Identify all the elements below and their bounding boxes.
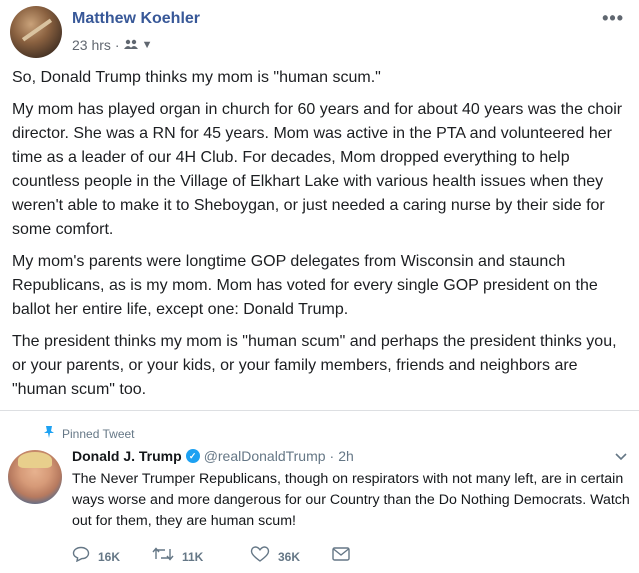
pinned-label: Pinned Tweet	[62, 426, 135, 441]
tweet-avatar[interactable]	[8, 450, 62, 504]
direct-message-button[interactable]	[332, 547, 350, 566]
retweet-button[interactable]: 11K	[152, 546, 250, 567]
chevron-down-icon[interactable]	[615, 450, 627, 464]
post-paragraph: My mom's parents were longtime GOP deleg…	[12, 253, 598, 318]
post-paragraph: The president thinks my mom is "human sc…	[12, 333, 617, 398]
heart-icon	[250, 546, 270, 567]
tweet-text: The Never Trumper Republicans, though on…	[72, 471, 630, 529]
retweet-icon	[152, 546, 174, 567]
embedded-tweet[interactable]: Pinned Tweet Donald J. Trump ✓ @realDona…	[0, 412, 639, 573]
verified-badge-icon: ✓	[185, 449, 200, 463]
meta-separator: ·	[114, 37, 120, 53]
like-count: 36K	[278, 549, 301, 564]
tweet-actions: 16K 11K 36K	[72, 546, 350, 567]
author-avatar[interactable]	[10, 6, 62, 58]
friends-icon[interactable]	[123, 39, 138, 52]
tweet-name-row: Donald J. Trump ✓ @realDonaldTrump · 2h	[72, 448, 354, 464]
post-paragraph: My mom has played organ in church for 60…	[12, 101, 623, 238]
author-name[interactable]: Matthew Koehler	[72, 10, 200, 28]
post-body: So, Donald Trump thinks my mom is "human…	[12, 66, 626, 410]
retweet-count: 11K	[182, 549, 204, 564]
reply-count: 16K	[98, 549, 121, 564]
post-timestamp[interactable]: 23 hrs	[72, 37, 111, 53]
tweet-separator: ·	[329, 448, 335, 464]
more-options-icon[interactable]: •••	[602, 8, 624, 29]
post-meta: 23 hrs · ▼	[72, 37, 152, 53]
tweet-time[interactable]: 2h	[338, 448, 354, 464]
pin-icon	[44, 426, 54, 441]
like-button[interactable]: 36K	[250, 546, 332, 567]
post-paragraph: So, Donald Trump thinks my mom is "human…	[12, 69, 381, 86]
tweet-author-name[interactable]: Donald J. Trump	[72, 448, 182, 464]
reply-button[interactable]: 16K	[72, 546, 152, 567]
pinned-label-row: Pinned Tweet	[44, 426, 135, 441]
post-header: Matthew Koehler 23 hrs · ▼ •••	[10, 6, 630, 58]
tweet-handle[interactable]: @realDonaldTrump	[204, 448, 326, 464]
caret-down-icon[interactable]: ▼	[142, 39, 153, 51]
envelope-icon	[332, 547, 350, 566]
divider	[0, 410, 639, 411]
reply-icon	[72, 546, 90, 567]
